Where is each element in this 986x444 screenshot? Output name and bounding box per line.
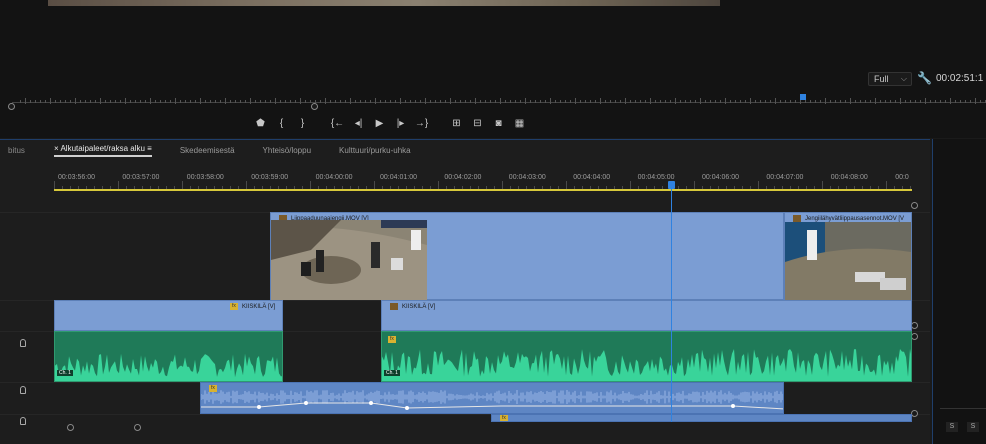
- chevron-down-icon: ⌵: [900, 74, 907, 83]
- sequence-tab[interactable]: Kulttuuri/purku-uhka: [339, 146, 411, 155]
- audio-waveform: [55, 353, 282, 381]
- work-area-bar[interactable]: [54, 189, 912, 191]
- audio-clip-a3[interactable]: fx: [491, 414, 912, 422]
- ruler-time-label: 00:0: [895, 174, 909, 181]
- sequence-tab[interactable]: Yhteisö/loppu: [263, 146, 311, 155]
- add-marker-button[interactable]: ⬟: [250, 117, 271, 131]
- fx-badge: fx: [230, 303, 238, 310]
- timeline-playhead-head[interactable]: [668, 181, 675, 189]
- volume-keyframe[interactable]: [304, 401, 308, 405]
- fx-badge: fx: [209, 385, 217, 392]
- scroll-zoom-handle-right[interactable]: [134, 424, 141, 431]
- track-end-handle[interactable]: [911, 410, 918, 417]
- comparison-view-button[interactable]: ▦: [509, 117, 530, 131]
- clip-icon: [390, 303, 398, 310]
- video-thumbnail: [785, 222, 911, 300]
- timeline-time-ruler[interactable]: 00:03:56:00 00:03:57:00 00:03:58:00 00:03:5…: [54, 169, 912, 197]
- ruler-time-label: 00:03:58:00: [186, 174, 224, 181]
- ruler-time-label: 00:03:56:00: [58, 174, 95, 181]
- audio-waveform: [382, 348, 911, 381]
- audio-clip-a1-2[interactable]: fx Ch. 1: [381, 331, 912, 382]
- program-video-frame: [48, 0, 720, 6]
- audio-clip-a1-1[interactable]: Ch. 1: [54, 331, 283, 382]
- clip-name: KIISKILÄ [V]: [242, 303, 276, 310]
- export-frame-button[interactable]: ◙: [488, 117, 509, 131]
- go-to-in-button[interactable]: {←: [327, 117, 348, 131]
- ruler-time-label: 00:04:05:00: [637, 174, 675, 181]
- ruler-time-label: 00:04:06:00: [702, 174, 739, 181]
- ruler-time-label: 00:04:00:00: [315, 174, 353, 181]
- microphone-icon[interactable]: [20, 417, 26, 425]
- sequence-tab[interactable]: × Alkutaipaleet/raksa alku ≡: [54, 144, 152, 157]
- video-clip-kiiskila-2[interactable]: KIISKILÄ [V]: [381, 300, 912, 331]
- timeline-scrollbar[interactable]: [54, 422, 912, 432]
- audio-meters-panel: [932, 139, 986, 444]
- monitor-time-ruler[interactable]: [0, 96, 986, 108]
- video-thumbnail: [271, 220, 427, 300]
- program-timecode: 00:02:51:1: [936, 73, 984, 84]
- ruler-time-label: 00:04:04:00: [573, 174, 611, 181]
- volume-keyframe[interactable]: [405, 406, 409, 410]
- mark-in-button[interactable]: {: [271, 117, 292, 131]
- mark-out-button[interactable]: }: [292, 117, 313, 131]
- step-forward-button[interactable]: |▸: [390, 117, 411, 131]
- ruler-time-label: 00:03:57:00: [122, 174, 160, 181]
- monitor-playhead[interactable]: [800, 94, 806, 100]
- volume-keyframe[interactable]: [257, 405, 261, 409]
- ruler-time-label: 00:04:07:00: [766, 174, 804, 181]
- scroll-zoom-handle-left[interactable]: [67, 424, 74, 431]
- audio-waveform: [201, 390, 783, 410]
- wrench-icon[interactable]: 🔧: [917, 71, 932, 85]
- channel-label: Ch. 1: [57, 370, 73, 376]
- clip-name: KIISKILÄ [V]: [402, 303, 436, 310]
- zoom-level-value: Full: [874, 74, 889, 84]
- fx-badge: fx: [500, 415, 508, 421]
- tab-partial[interactable]: bitus: [8, 146, 25, 155]
- solo-button[interactable]: S: [946, 422, 958, 432]
- sequence-tab[interactable]: Skedeemisestä: [180, 146, 235, 155]
- extract-button[interactable]: ⊟: [467, 117, 488, 131]
- transport-controls: ⬟{} {← ◂| ▶ |▸ →} ⊞ ⊟ ◙ ▦: [250, 117, 530, 131]
- video-clip-kiiskila-1[interactable]: fx KIISKILÄ [V]: [54, 300, 283, 331]
- step-back-button[interactable]: ◂|: [348, 117, 369, 131]
- sequence-tabs: × Alkutaipaleet/raksa alku ≡ Skedeemisest…: [54, 143, 439, 158]
- microphone-icon[interactable]: [20, 339, 26, 347]
- fx-badge: fx: [388, 336, 396, 343]
- ruler-time-label: 00:03:59:00: [251, 174, 289, 181]
- go-to-out-button[interactable]: →}: [411, 117, 432, 131]
- monitor-zoom-handle[interactable]: [311, 103, 318, 110]
- zoom-level-select[interactable]: Full ⌵: [868, 72, 912, 86]
- timeline-playhead-line[interactable]: [671, 189, 672, 422]
- clip-icon: [793, 215, 801, 222]
- track-end-handle[interactable]: [911, 322, 918, 329]
- monitor-ruler-start-handle[interactable]: [8, 103, 15, 110]
- microphone-icon[interactable]: [20, 386, 26, 394]
- ruler-time-label: 00:04:01:00: [380, 174, 417, 181]
- audio-clip-a2[interactable]: fx: [200, 382, 784, 414]
- channel-label: Ch. 1: [384, 370, 400, 376]
- ruler-time-label: 00:04:02:00: [444, 174, 482, 181]
- volume-keyframe[interactable]: [369, 401, 373, 405]
- solo-button[interactable]: S: [967, 422, 979, 432]
- volume-keyframe[interactable]: [731, 404, 735, 408]
- clip-name: Jengiilähyvätliippausasennot.MOV [V: [805, 215, 905, 222]
- lift-button[interactable]: ⊞: [446, 117, 467, 131]
- ruler-time-label: 00:04:03:00: [508, 174, 546, 181]
- ruler-time-label: 00:04:08:00: [830, 174, 868, 181]
- play-button[interactable]: ▶: [369, 117, 390, 131]
- track-end-handle[interactable]: [911, 202, 918, 209]
- track-end-handle[interactable]: [911, 333, 918, 340]
